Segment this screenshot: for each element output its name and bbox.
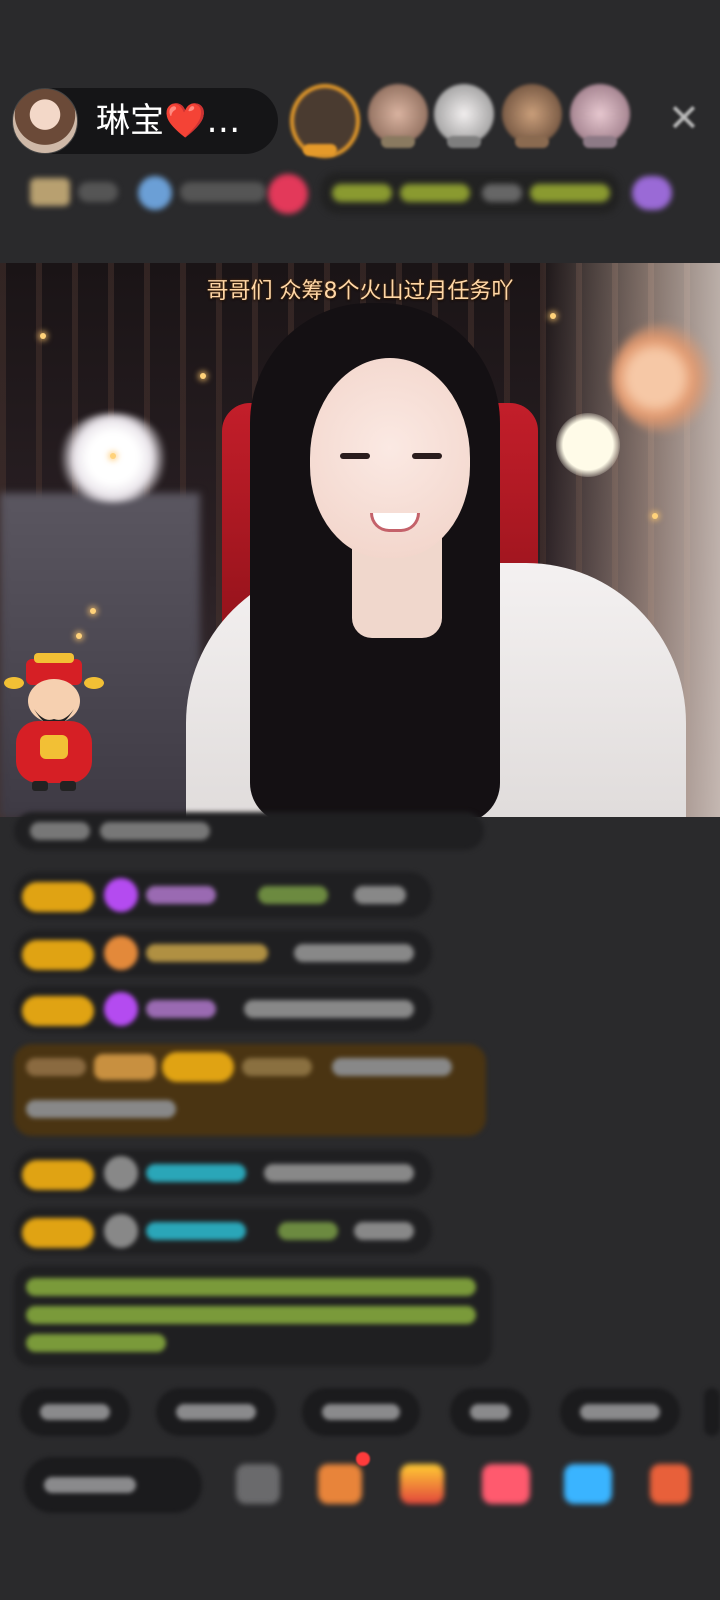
fairy-light xyxy=(110,453,116,459)
close-icon[interactable]: ✕ xyxy=(668,98,700,138)
fairy-light xyxy=(550,313,556,319)
more-icon[interactable] xyxy=(650,1464,690,1504)
lamp-right xyxy=(556,413,620,477)
flower-decoration xyxy=(612,323,720,433)
fairy-light xyxy=(200,373,206,379)
quick-reply-chip[interactable] xyxy=(302,1388,420,1436)
live-video-stream[interactable]: 哥哥们 众筹8个火山过月任务吖 xyxy=(0,263,720,817)
fairy-light xyxy=(652,513,658,519)
viewer-rank-badge xyxy=(515,136,549,148)
eye-left xyxy=(340,453,370,459)
host-avatar[interactable] xyxy=(12,88,78,154)
level-badge-icon xyxy=(22,1160,94,1190)
quick-reply-chip[interactable] xyxy=(20,1388,130,1436)
chat-message-system xyxy=(14,1266,492,1366)
gift-icon[interactable] xyxy=(236,1464,280,1504)
chat-message xyxy=(14,1208,432,1254)
chat-message xyxy=(14,1150,432,1196)
avatar-icon xyxy=(104,1214,138,1248)
fairy-light xyxy=(90,608,96,614)
room-status-bar xyxy=(20,172,700,216)
box-icon[interactable] xyxy=(318,1464,362,1504)
chat-message xyxy=(14,872,432,918)
viewer-avatar[interactable] xyxy=(570,84,630,144)
eye-right xyxy=(412,453,442,459)
viewer-avatar[interactable] xyxy=(368,84,428,144)
pink-gift-icon[interactable] xyxy=(482,1464,530,1504)
quick-reply-chip[interactable] xyxy=(704,1388,720,1436)
chat-message xyxy=(14,812,484,850)
level-badge-icon xyxy=(22,996,94,1026)
blue-gift-icon[interactable] xyxy=(564,1464,612,1504)
avatar-icon xyxy=(104,1156,138,1190)
level-badge-icon xyxy=(22,1218,94,1248)
viewer-rank-badge xyxy=(303,144,337,156)
god-of-wealth-icon[interactable] xyxy=(4,653,104,793)
host-name: 琳宝❤️… xyxy=(96,101,241,141)
level-badge-icon xyxy=(22,940,94,970)
viewer-rank-badge xyxy=(381,136,415,148)
chat-message xyxy=(14,930,432,976)
viewer-avatar[interactable] xyxy=(502,84,562,144)
avatar-icon xyxy=(104,936,138,970)
viewer-rank-badge xyxy=(447,136,481,148)
level-badge-icon xyxy=(162,1052,234,1082)
quick-reply-chip[interactable] xyxy=(156,1388,276,1436)
chat-message xyxy=(14,986,432,1032)
video-caption: 哥哥们 众筹8个火山过月任务吖 xyxy=(206,279,514,304)
quick-reply-chip[interactable] xyxy=(450,1388,530,1436)
fairy-light xyxy=(76,633,82,639)
chat-message-highlighted xyxy=(14,1044,486,1136)
viewer-avatar[interactable] xyxy=(434,84,494,144)
diamond-icon xyxy=(104,878,138,912)
notification-dot xyxy=(356,1452,370,1466)
level-badge-icon xyxy=(22,882,94,912)
comment-input[interactable] xyxy=(24,1457,202,1513)
viewer-rank-badge xyxy=(583,136,617,148)
diamond-icon xyxy=(104,992,138,1026)
fairy-light xyxy=(40,333,46,339)
quick-reply-chip[interactable] xyxy=(560,1388,680,1436)
present-icon[interactable] xyxy=(400,1464,444,1504)
